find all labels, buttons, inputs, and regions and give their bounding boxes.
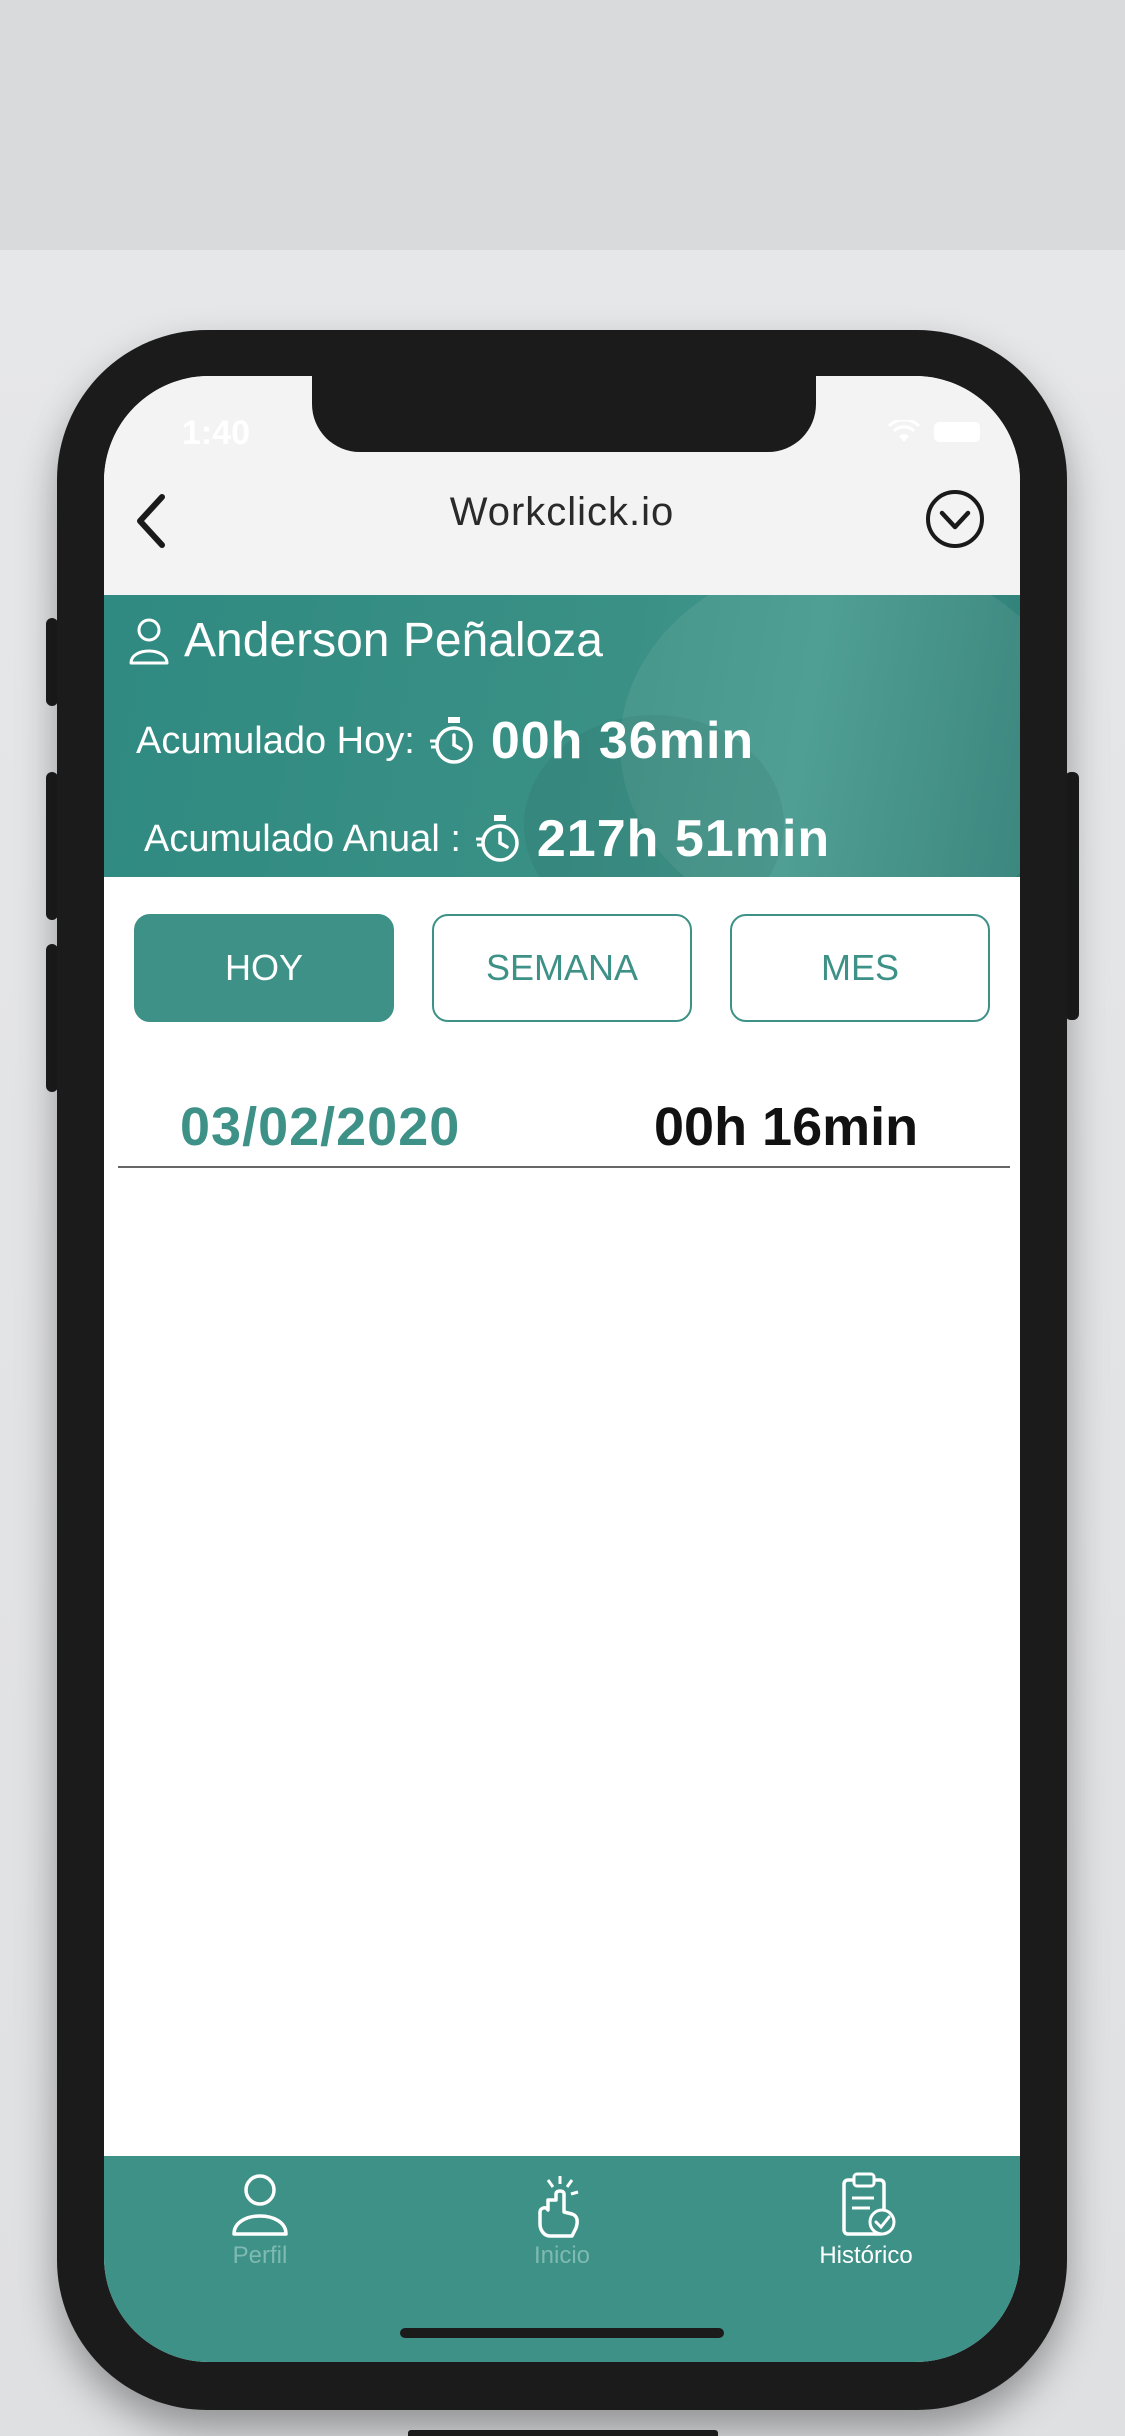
stopwatch-icon	[475, 815, 519, 862]
power-button	[1065, 772, 1079, 1020]
tab-historico[interactable]: Histórico	[766, 2170, 966, 2270]
tab-semana[interactable]: SEMANA	[432, 914, 692, 1022]
home-indicator	[400, 2328, 724, 2338]
tab-inicio[interactable]: Inicio	[462, 2170, 662, 2270]
entry-duration: 00h 16min	[654, 1097, 919, 1157]
phone-notch	[312, 376, 816, 452]
tab-historico-label: Histórico	[819, 2242, 913, 2269]
top-background	[0, 0, 1125, 250]
status-icons	[888, 420, 980, 444]
status-time: 1:40	[182, 414, 251, 452]
user-row: Anderson Peñaloza	[128, 613, 603, 668]
list-item[interactable]: 03/02/2020 00h 16min	[118, 1076, 1010, 1168]
entry-date: 03/02/2020	[180, 1097, 461, 1157]
user-name: Anderson Peñaloza	[184, 614, 603, 667]
navigation-bar: Workclick.io	[104, 450, 1020, 595]
chevron-down-circle-icon[interactable]	[924, 488, 986, 550]
today-label: Acumulado Hoy:	[136, 719, 415, 762]
tab-hoy[interactable]: HOY	[134, 914, 394, 1022]
stopwatch-icon	[429, 717, 473, 764]
tap-hand-icon	[538, 2176, 579, 2238]
tab-perfil-label: Perfil	[232, 2242, 288, 2269]
user-icon	[129, 618, 169, 664]
annual-label: Acumulado Anual :	[144, 817, 461, 860]
user-icon	[232, 2174, 288, 2236]
tab-inicio-label: Inicio	[533, 2242, 591, 2269]
page-title: Workclick.io	[449, 490, 675, 534]
today-value: 00h 36min	[490, 712, 755, 770]
battery-icon	[934, 422, 980, 442]
tab-mes[interactable]: MES	[730, 914, 990, 1022]
today-accumulated: Acumulado Hoy: 00h 36min	[136, 711, 754, 771]
clipboard-check-icon	[842, 2172, 896, 2236]
app-screen: 1:40 Workclick.io Anderson Peñaloza Acum…	[104, 376, 1020, 2362]
wifi-icon	[888, 420, 920, 442]
tab-perfil[interactable]: Perfil	[160, 2170, 360, 2270]
summary-banner: Anderson Peñaloza Acumulado Hoy: 00h 36m…	[104, 595, 1020, 877]
annual-value: 217h 51min	[536, 810, 831, 868]
bottom-tab-bar: Perfil Inicio Histórico	[104, 2156, 1020, 2362]
frame-bottom-edge	[408, 2430, 718, 2436]
annual-accumulated: Acumulado Anual : 217h 51min	[144, 809, 830, 869]
